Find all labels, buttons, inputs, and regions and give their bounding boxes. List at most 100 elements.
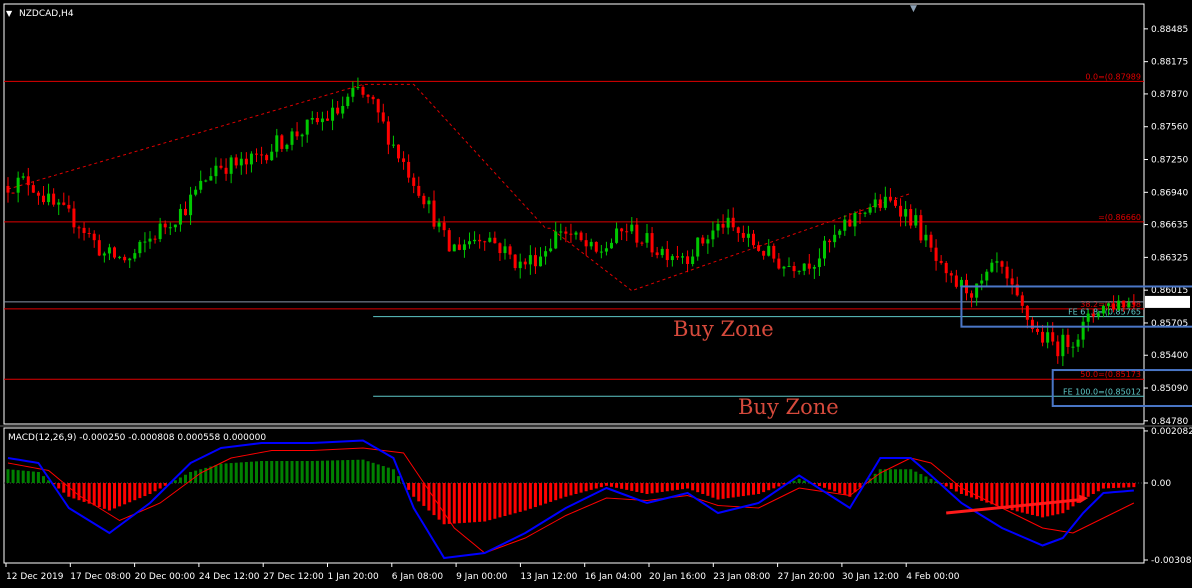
price-candle[interactable] — [209, 176, 213, 181]
price-candle[interactable] — [397, 144, 400, 159]
price-candle[interactable] — [300, 134, 304, 137]
price-candle[interactable] — [184, 208, 187, 216]
price-candle[interactable] — [77, 227, 81, 229]
price-candle[interactable] — [625, 231, 629, 233]
price-candle[interactable] — [320, 118, 324, 123]
price-candle[interactable] — [919, 215, 923, 241]
price-candle[interactable] — [559, 231, 563, 233]
price-candle[interactable] — [422, 195, 426, 205]
price-candle[interactable] — [949, 273, 953, 276]
price-candle[interactable] — [260, 154, 264, 156]
price-candle[interactable] — [6, 185, 10, 193]
price-candle[interactable] — [726, 217, 730, 228]
price-candle[interactable] — [757, 245, 761, 251]
price-candle[interactable] — [1101, 305, 1105, 314]
price-candle[interactable] — [244, 158, 248, 165]
price-candle[interactable] — [341, 105, 345, 114]
price-candle[interactable] — [214, 165, 218, 177]
price-candle[interactable] — [442, 222, 446, 231]
price-candle[interactable] — [635, 224, 639, 243]
price-candle[interactable] — [331, 107, 335, 121]
price-candle[interactable] — [701, 237, 705, 244]
price-candle[interactable] — [863, 212, 867, 214]
price-candle[interactable] — [792, 266, 796, 272]
price-candle[interactable] — [36, 192, 40, 196]
price-candle[interactable] — [153, 238, 157, 240]
price-candle[interactable] — [518, 261, 522, 269]
price-candle[interactable] — [1010, 278, 1014, 285]
price-candle[interactable] — [118, 256, 122, 258]
window-menu-icon[interactable]: ▼ — [6, 9, 13, 18]
price-candle[interactable] — [873, 199, 877, 208]
price-candle[interactable] — [513, 254, 517, 269]
price-candle[interactable] — [113, 247, 116, 258]
price-candle[interactable] — [452, 244, 456, 252]
price-candle[interactable] — [498, 243, 502, 254]
price-candle[interactable] — [610, 242, 613, 249]
price-candle[interactable] — [1096, 313, 1100, 317]
price-candle[interactable] — [52, 193, 56, 205]
price-candle[interactable] — [706, 239, 710, 244]
price-candle[interactable] — [878, 199, 882, 208]
price-candle[interactable] — [767, 245, 771, 256]
price-candle[interactable] — [82, 227, 86, 234]
price-candle[interactable] — [143, 241, 147, 243]
price-candle[interactable] — [21, 176, 25, 178]
price-candle[interactable] — [402, 158, 406, 162]
price-candle[interactable] — [67, 204, 71, 209]
price-candle[interactable] — [219, 165, 223, 168]
price-candle[interactable] — [102, 253, 106, 256]
price-candle[interactable] — [539, 256, 542, 267]
price-candle[interactable] — [371, 96, 375, 100]
price-candle[interactable] — [47, 193, 51, 203]
price-candle[interactable] — [944, 262, 948, 274]
price-candle[interactable] — [980, 280, 984, 284]
price-candle[interactable] — [665, 248, 669, 261]
price-candle[interactable] — [478, 239, 482, 242]
price-candle[interactable] — [173, 224, 177, 228]
price-candle[interactable] — [1071, 346, 1075, 348]
price-candle[interactable] — [285, 144, 289, 149]
price-candle[interactable] — [386, 121, 390, 145]
price-candle[interactable] — [356, 87, 360, 89]
price-candle[interactable] — [574, 232, 578, 235]
price-candle[interactable] — [691, 256, 695, 264]
price-candle[interactable] — [985, 271, 989, 281]
price-candle[interactable] — [493, 237, 497, 244]
price-candle[interactable] — [894, 199, 897, 206]
price-candle[interactable] — [954, 275, 958, 287]
price-candle[interactable] — [772, 245, 776, 259]
price-candle[interactable] — [640, 242, 644, 244]
price-candle[interactable] — [604, 248, 608, 252]
price-candle[interactable] — [868, 207, 872, 213]
price-candle[interactable] — [503, 246, 507, 254]
price-candle[interactable] — [914, 215, 918, 226]
price-candle[interactable] — [584, 240, 588, 247]
price-candle[interactable] — [594, 241, 598, 252]
price-candle[interactable] — [376, 99, 380, 113]
price-candle[interactable] — [315, 117, 319, 123]
price-candle[interactable] — [57, 202, 61, 205]
price-candle[interactable] — [990, 262, 994, 272]
price-candle[interactable] — [391, 144, 395, 146]
price-candle[interactable] — [427, 200, 431, 205]
price-candle[interactable] — [437, 222, 441, 227]
price-candle[interactable] — [939, 260, 943, 263]
price-candle[interactable] — [168, 227, 172, 229]
shift-marker-icon[interactable]: ▼ — [910, 4, 917, 14]
price-candle[interactable] — [1081, 321, 1085, 340]
price-candle[interactable] — [812, 267, 816, 269]
price-candle[interactable] — [204, 180, 208, 182]
price-candle[interactable] — [777, 258, 781, 269]
price-candle[interactable] — [1005, 266, 1009, 279]
price-candle[interactable] — [533, 255, 537, 267]
price-candle[interactable] — [351, 87, 355, 97]
price-candle[interactable] — [843, 219, 847, 231]
price-candle[interactable] — [26, 176, 30, 186]
price-candle[interactable] — [199, 180, 203, 190]
price-candle[interactable] — [239, 158, 243, 166]
price-candle[interactable] — [310, 117, 314, 120]
price-candle[interactable] — [11, 192, 15, 194]
price-candle[interactable] — [381, 112, 385, 122]
price-candle[interactable] — [1046, 332, 1050, 343]
